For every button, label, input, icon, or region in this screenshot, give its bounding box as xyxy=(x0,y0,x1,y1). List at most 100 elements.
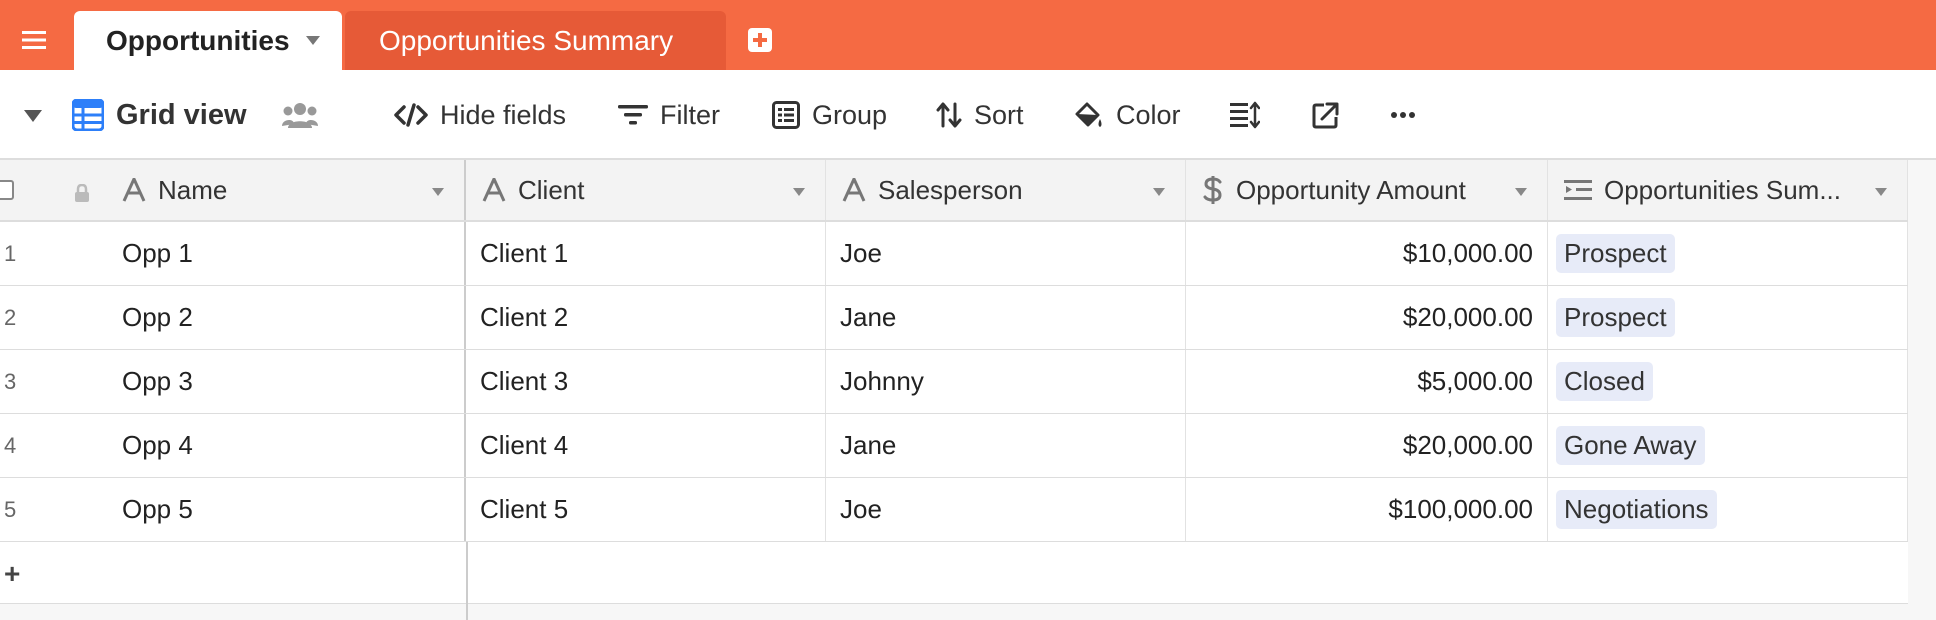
column-title: Opportunity Amount xyxy=(1236,174,1466,205)
views-sidebar-toggle-icon[interactable] xyxy=(24,110,42,122)
chevron-down-icon[interactable] xyxy=(793,188,805,196)
salesperson-cell[interactable]: Jane xyxy=(826,286,1186,349)
salesperson-cell[interactable]: Joe xyxy=(826,478,1186,541)
client-cell[interactable]: Client 2 xyxy=(466,286,826,349)
tab-opportunities[interactable]: Opportunities xyxy=(74,11,342,70)
client-cell[interactable]: Client 5 xyxy=(466,478,826,541)
hide-fields-button[interactable]: Hide fields xyxy=(394,70,566,160)
primary-column-divider xyxy=(466,542,468,604)
sort-button[interactable]: Sort xyxy=(936,70,1024,160)
status-badge: Prospect xyxy=(1556,234,1675,273)
view-name: Grid view xyxy=(116,98,247,131)
column-title: Opportunities Sum... xyxy=(1604,174,1841,205)
share-view-button[interactable] xyxy=(1312,70,1340,160)
column-header-opportunity-amount[interactable]: Opportunity Amount xyxy=(1186,160,1548,220)
menu-button[interactable] xyxy=(14,22,54,58)
status-badge: Negotiations xyxy=(1556,490,1717,529)
summary-cell[interactable]: Prospect xyxy=(1548,286,1908,349)
ellipsis-icon xyxy=(1391,112,1415,118)
amount-cell[interactable]: $10,000.00 xyxy=(1186,222,1548,285)
add-record-button[interactable]: + xyxy=(4,558,20,590)
row-number: 3 xyxy=(4,368,17,394)
paint-bucket-icon xyxy=(1075,102,1102,127)
tab-opportunities-summary[interactable]: Opportunities Summary xyxy=(345,11,726,70)
column-header-name[interactable]: Name xyxy=(106,160,466,220)
view-toolbar: Grid view Hide fields Filter Group Sort … xyxy=(0,70,1936,160)
add-record-row[interactable]: + xyxy=(0,542,1908,604)
status-badge: Prospect xyxy=(1556,298,1675,337)
summary-cell[interactable]: Negotiations xyxy=(1548,478,1908,541)
chevron-down-icon[interactable] xyxy=(1875,188,1887,196)
sort-label: Sort xyxy=(974,99,1024,130)
currency-icon xyxy=(1203,176,1222,204)
client-cell[interactable]: Client 3 xyxy=(466,350,826,413)
group-label: Group xyxy=(812,99,888,130)
grid-view-icon xyxy=(72,99,104,131)
filter-label: Filter xyxy=(660,99,720,130)
row-number: 4 xyxy=(4,432,17,458)
lock-icon xyxy=(75,184,89,202)
amount-cell[interactable]: $5,000.00 xyxy=(1186,350,1548,413)
salesperson-cell[interactable]: Jane xyxy=(826,414,1186,477)
text-field-icon xyxy=(482,178,506,202)
client-cell[interactable]: Client 1 xyxy=(466,222,826,285)
people-icon xyxy=(282,103,318,128)
sort-icon xyxy=(936,102,962,128)
salesperson-cell[interactable]: Johnny xyxy=(826,350,1186,413)
more-options-button[interactable] xyxy=(1390,70,1416,160)
salesperson-cell[interactable]: Joe xyxy=(826,222,1186,285)
name-cell[interactable]: Opp 5 xyxy=(106,478,466,541)
plus-square-icon xyxy=(748,28,772,52)
amount-cell[interactable]: $20,000.00 xyxy=(1186,286,1548,349)
row-number: 5 xyxy=(4,496,17,522)
filter-button[interactable]: Filter xyxy=(618,70,720,160)
hamburger-icon xyxy=(22,31,46,49)
name-cell[interactable]: Opp 1 xyxy=(106,222,466,285)
chevron-down-icon[interactable] xyxy=(432,188,444,196)
add-table-button[interactable] xyxy=(744,24,776,56)
name-cell[interactable]: Opp 3 xyxy=(106,350,466,413)
client-cell[interactable]: Client 4 xyxy=(466,414,826,477)
summary-cell[interactable]: Gone Away xyxy=(1548,414,1908,477)
amount-cell[interactable]: $100,000.00 xyxy=(1186,478,1548,541)
table-tab-bar: Opportunities Opportunities Summary xyxy=(0,0,1936,70)
column-header-client[interactable]: Client xyxy=(466,160,826,220)
chevron-down-icon[interactable] xyxy=(306,36,320,45)
color-button[interactable]: Color xyxy=(1074,70,1181,160)
amount-cell[interactable]: $20,000.00 xyxy=(1186,414,1548,477)
primary-column-divider xyxy=(466,604,468,620)
table-row[interactable]: 1 Opp 1 Client 1 Joe $10,000.00 Prospect xyxy=(0,222,1908,286)
group-button[interactable]: Group xyxy=(772,70,887,160)
collaborators-button[interactable] xyxy=(282,70,318,160)
name-cell[interactable]: Opp 2 xyxy=(106,286,466,349)
color-label: Color xyxy=(1116,99,1181,130)
column-title: Client xyxy=(518,174,585,205)
hide-fields-icon xyxy=(394,103,428,127)
lookup-icon xyxy=(1564,180,1592,200)
table-row[interactable]: 3 Opp 3 Client 3 Johnny $5,000.00 Closed xyxy=(0,350,1908,414)
row-height-button[interactable] xyxy=(1230,70,1260,160)
column-header-salesperson[interactable]: Salesperson xyxy=(826,160,1186,220)
table-row[interactable]: 2 Opp 2 Client 2 Jane $20,000.00 Prospec… xyxy=(0,286,1908,350)
table-row[interactable]: 5 Opp 5 Client 5 Joe $100,000.00 Negotia… xyxy=(0,478,1908,542)
filter-icon xyxy=(618,105,648,125)
summary-cell[interactable]: Closed xyxy=(1548,350,1908,413)
chevron-down-icon[interactable] xyxy=(1153,188,1165,196)
column-header-opportunities-summary[interactable]: Opportunities Sum... xyxy=(1548,160,1908,220)
table-row[interactable]: 4 Opp 4 Client 4 Jane $20,000.00 Gone Aw… xyxy=(0,414,1908,478)
chevron-down-icon[interactable] xyxy=(1515,188,1527,196)
status-badge: Gone Away xyxy=(1556,426,1705,465)
name-cell[interactable]: Opp 4 xyxy=(106,414,466,477)
records-grid: Name Client Salesperson Opportunity Amou… xyxy=(0,160,1936,620)
text-field-icon xyxy=(122,178,146,202)
header-row: Name Client Salesperson Opportunity Amou… xyxy=(0,160,1908,222)
view-switcher[interactable]: Grid view xyxy=(72,70,247,160)
text-field-icon xyxy=(842,178,866,202)
status-badge: Closed xyxy=(1556,362,1653,401)
column-title: Name xyxy=(158,174,228,205)
column-title: Salesperson xyxy=(878,174,1023,205)
row-number: 2 xyxy=(4,304,17,330)
summary-cell[interactable]: Prospect xyxy=(1548,222,1908,285)
select-all-checkbox[interactable] xyxy=(0,180,14,200)
tab-label: Opportunities xyxy=(106,24,290,56)
